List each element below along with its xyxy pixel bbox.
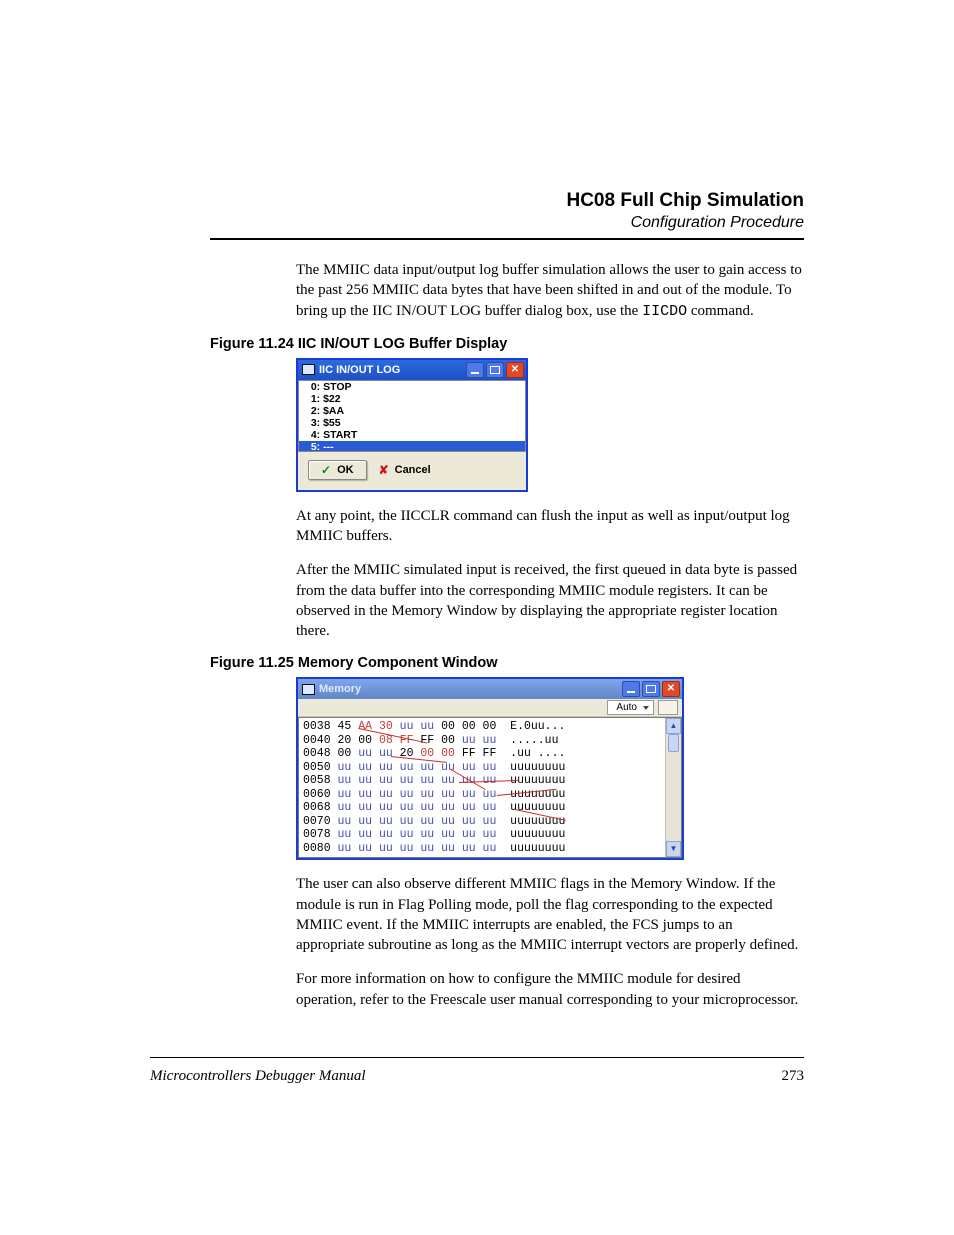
memory-row[interactable]: 0070 uu uu uu uu uu uu uu uu uuuuuuuu (303, 815, 681, 829)
maximize-icon[interactable] (486, 362, 504, 378)
paragraph-2: At any point, the IICCLR command can flu… (296, 506, 804, 547)
memory-row[interactable]: 0040 20 00 08 FF FF 00 uu uu .....uu (303, 734, 681, 748)
memory-window: Memory Auto (296, 677, 684, 860)
memory-row[interactable]: 0038 45 AA 30 uu uu 00 00 00 E.0uu... (303, 720, 681, 734)
minimize-icon[interactable] (622, 681, 640, 697)
footer-rule (150, 1057, 804, 1058)
memory-row[interactable]: 0060 uu uu uu uu uu uu uu uu uuuuuuuu (303, 788, 681, 802)
scroll-down-icon[interactable]: ▼ (666, 841, 681, 857)
code-iicdo: IICDO (642, 303, 687, 320)
memory-titlebar[interactable]: Memory (298, 679, 682, 699)
cancel-button[interactable]: ✘ Cancel (379, 461, 431, 479)
list-item-selected[interactable]: 5: --- (299, 441, 525, 452)
maximize-icon[interactable] (642, 681, 660, 697)
cancel-label: Cancel (395, 464, 431, 476)
iic-log-dialog: IIC IN/OUT LOG 0: STOP 1: $22 2: $AA 3: … (296, 358, 528, 492)
minimize-icon[interactable] (466, 362, 484, 378)
paragraph-3: After the MMIIC simulated input is recei… (296, 560, 804, 641)
x-icon: ✘ (379, 463, 389, 477)
memory-row[interactable]: 0080 uu uu uu uu uu uu uu uu uuuuuuuu (303, 842, 681, 856)
list-item[interactable]: 1: $22 (299, 393, 525, 405)
paragraph-4: The user can also observe different MMII… (296, 874, 804, 955)
ok-label: OK (337, 464, 354, 476)
paragraph-1: The MMIIC data input/output log buffer s… (296, 260, 804, 322)
iic-log-title: IIC IN/OUT LOG (319, 364, 466, 376)
close-icon[interactable] (662, 681, 680, 697)
list-item[interactable]: 2: $AA (299, 405, 525, 417)
chapter-title: HC08 Full Chip Simulation (210, 190, 804, 212)
list-item[interactable]: 0: STOP (299, 381, 525, 393)
figure-11-25-caption: Figure 11.25 Memory Component Window (210, 655, 804, 671)
memory-title: Memory (319, 683, 622, 695)
section-title: Configuration Procedure (210, 214, 804, 232)
window-icon (302, 364, 315, 375)
page-number: 273 (782, 1068, 805, 1085)
memory-row[interactable]: 0068 uu uu uu uu uu uu uu uu uuuuuuuu (303, 801, 681, 815)
paragraph-5: For more information on how to configure… (296, 969, 804, 1010)
mode-dropdown[interactable]: Auto (607, 700, 654, 715)
figure-11-24-caption: Figure 11.24 IIC IN/OUT LOG Buffer Displ… (210, 336, 804, 352)
toolbar-button[interactable] (658, 700, 678, 715)
close-icon[interactable] (506, 362, 524, 378)
scroll-up-icon[interactable]: ▲ (666, 718, 681, 734)
memory-row[interactable]: 0050 uu uu uu uu uu uu uu uu uuuuuuuu (303, 761, 681, 775)
check-icon: ✓ (321, 463, 331, 477)
footer-title: Microcontrollers Debugger Manual (150, 1068, 366, 1085)
memory-row[interactable]: 0078 uu uu uu uu uu uu uu uu uuuuuuuu (303, 828, 681, 842)
memory-row[interactable]: 0048 00 uu uu 20 00 00 FF FF .uu .... (303, 747, 681, 761)
iic-log-list[interactable]: 0: STOP 1: $22 2: $AA 3: $55 4: START 5:… (298, 380, 526, 452)
window-icon (302, 684, 315, 695)
paragraph-1-b: command. (687, 303, 754, 319)
scrollbar[interactable]: ▲ ▼ (665, 718, 681, 857)
memory-toolbar: Auto (298, 699, 682, 717)
header-rule (210, 238, 804, 240)
list-item[interactable]: 3: $55 (299, 417, 525, 429)
scroll-thumb[interactable] (668, 734, 679, 752)
iic-log-titlebar[interactable]: IIC IN/OUT LOG (298, 360, 526, 380)
memory-hex-area[interactable]: 0038 45 AA 30 uu uu 00 00 00 E.0uu...004… (298, 717, 682, 858)
list-item[interactable]: 4: START (299, 429, 525, 441)
ok-button[interactable]: ✓ OK (308, 460, 367, 480)
